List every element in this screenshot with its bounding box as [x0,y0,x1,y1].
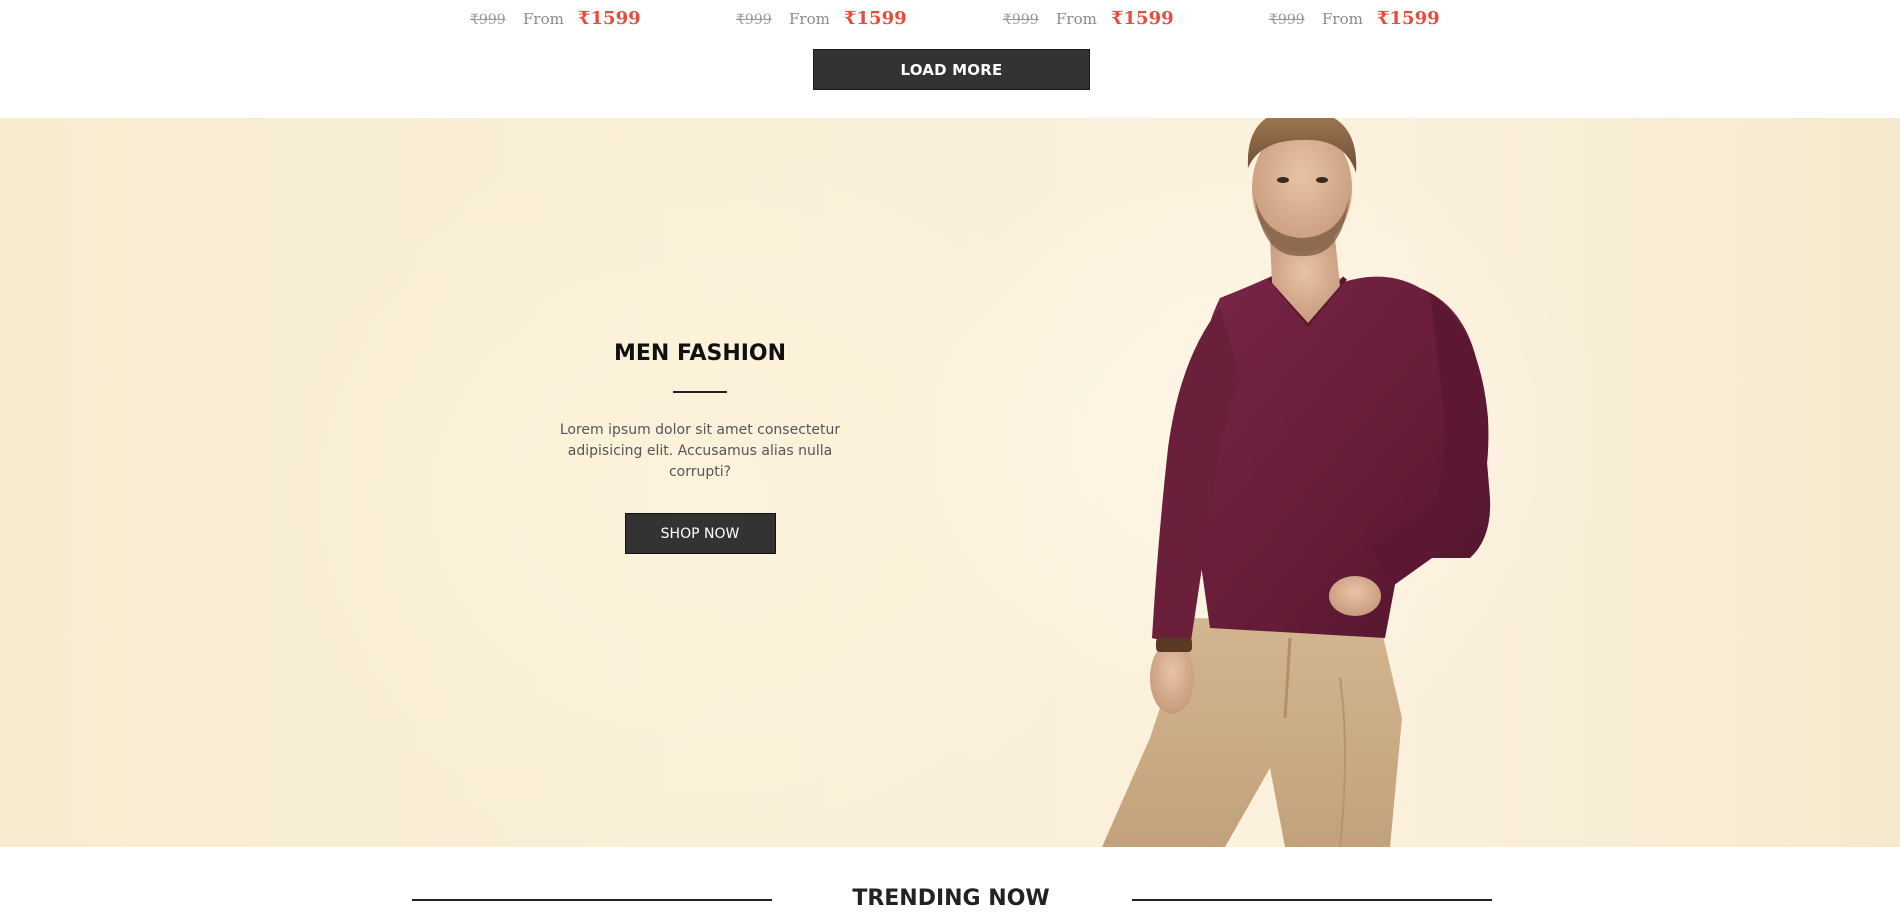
banner-description: Lorem ipsum dolor sit amet consectetur a… [559,422,841,480]
product-price-1[interactable]: ₹999 From ₹1599 [470,8,641,32]
product-price-strip: ₹999 From ₹1599 ₹999 From ₹1599 ₹999 Fro… [0,0,1900,118]
original-price: ₹999 [736,12,772,28]
from-label: From [523,10,564,28]
original-price: ₹999 [1269,12,1305,28]
banner-title: MEN FASHION [613,341,787,366]
model-image [1102,118,1491,847]
men-fashion-banner: MEN FASHION Lorem ipsum dolor sit amet c… [0,118,1900,847]
left-hand [1150,642,1194,714]
right-hand [1329,576,1381,616]
banner-content: MEN FASHION Lorem ipsum dolor sit amet c… [540,338,860,554]
trousers [1102,618,1402,847]
heading-rule-right [1132,899,1492,901]
sale-price: ₹1599 [844,8,907,29]
trending-section-header: TRENDING NOW [0,847,1900,911]
sale-price: ₹1599 [1111,8,1174,29]
title-divider [673,391,727,393]
product-price-2[interactable]: ₹999 From ₹1599 [736,8,907,32]
original-price: ₹999 [1003,12,1039,28]
from-label: From [1056,10,1097,28]
product-price-3[interactable]: ₹999 From ₹1599 [1003,8,1174,32]
original-price: ₹999 [470,12,506,28]
from-label: From [789,10,830,28]
shop-now-button[interactable]: SHOP NOW [624,513,776,554]
wristwatch [1156,638,1192,652]
from-label: From [1322,10,1363,28]
sale-price: ₹1599 [578,8,641,29]
heading-rule-left [412,899,772,901]
product-price-4[interactable]: ₹999 From ₹1599 [1269,8,1440,32]
sale-price: ₹1599 [1377,8,1440,29]
load-more-button[interactable]: LOAD MORE [813,49,1090,90]
